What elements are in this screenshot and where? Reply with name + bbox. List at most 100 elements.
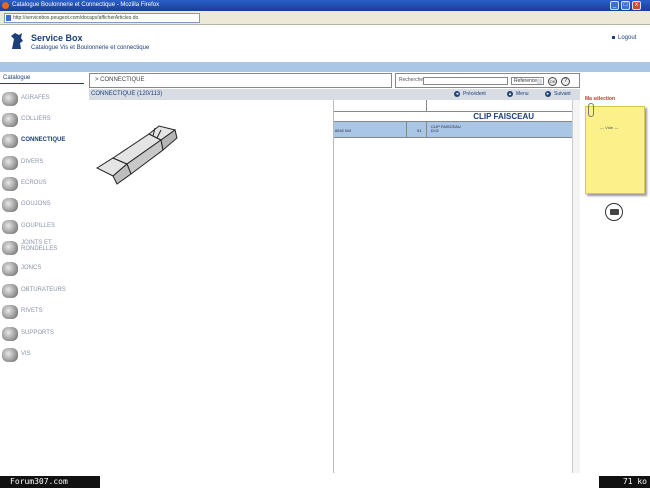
jonc-icon [2, 262, 18, 276]
sidebar-item-colliers[interactable]: COLLIERS [0, 110, 84, 130]
cell-description: CLIP FAISCEAU D=5 [431, 125, 461, 133]
ecrou-icon [2, 177, 18, 191]
paperclip-icon [588, 103, 594, 117]
postit-text: — Vide — [600, 125, 619, 130]
collier-icon [2, 113, 18, 127]
brand-subtitle: Catalogue Vis et Boulonnerie et connecti… [31, 45, 150, 51]
search-ok-button[interactable]: OK [548, 77, 557, 86]
cell-quantity: 01 [417, 128, 422, 133]
sidebar-item-label: AGRAFES [21, 95, 50, 101]
sidebar-item-label: DIVERS [21, 159, 44, 165]
description-line-2: D=5 [431, 128, 439, 133]
printer-icon [610, 209, 619, 215]
divers-icon [2, 156, 18, 170]
parts-table: CLIP FAISCEAU 6542 W4 01 CLIP FAISCEAU D=… [334, 100, 580, 473]
sidebar-item-goupilles[interactable]: GOUPILLES [0, 217, 84, 237]
url-text: http://servicebox.peugeot.com/docapv/aff… [13, 15, 139, 21]
search-type-select[interactable]: Reference [511, 77, 544, 85]
breadcrumb[interactable]: > CONNECTIQUE [89, 73, 392, 88]
joint-icon [2, 241, 18, 255]
logout-label: Logout [618, 35, 637, 41]
sidebar-item-vis[interactable]: VIS [0, 345, 84, 365]
selection-title: Ma sélection [585, 96, 616, 102]
page-icon [6, 15, 11, 21]
goupille-icon [2, 220, 18, 234]
app-header: Service Box Catalogue Vis et Boulonnerie… [0, 25, 650, 61]
search-box: Recherche Reference OK ? [395, 73, 580, 88]
logout-link[interactable]: Logout [612, 35, 636, 41]
peugeot-lion-logo [11, 33, 23, 49]
sidebar-item-divers[interactable]: DIVERS [0, 153, 84, 173]
column-divider [426, 100, 427, 112]
section-title: CONNECTIQUE (120/113) [91, 91, 163, 97]
sidebar-item-label: JONCS [21, 265, 42, 271]
sidebar-item-rivets[interactable]: RIVETS [0, 302, 84, 322]
sidebar-item-obturateurs[interactable]: OBTURATEURS [0, 281, 84, 301]
selection-postit: — Vide — [585, 103, 645, 194]
sidebar-item-label: SUPPORTS [21, 330, 54, 336]
bullet-icon [612, 35, 615, 39]
arrow-right-icon: ▸ [545, 91, 551, 97]
table-title: CLIP FAISCEAU [334, 112, 572, 122]
footer: Forum307.com 71 ko [0, 476, 650, 488]
label-line-2: RONDELLES [21, 246, 58, 252]
window-titlebar: Catalogue Boulonnerie et Connectique - M… [0, 0, 650, 11]
maximize-button[interactable]: □ [621, 1, 630, 10]
sidebar-item-joncs[interactable]: JONCS [0, 259, 84, 279]
url-input[interactable]: http://servicebox.peugeot.com/docapv/aff… [4, 13, 200, 23]
search-input[interactable] [423, 77, 508, 85]
column-divider [426, 122, 427, 138]
vis-icon [2, 348, 18, 362]
catalogue-sidebar: Catalogue AGRAFES COLLIERS CONNECTIQUE D… [0, 73, 84, 473]
sidebar-item-label: GOUJONS [21, 201, 51, 207]
sidebar-item-label: COLLIERS [21, 116, 51, 122]
sidebar-item-connectique[interactable]: CONNECTIQUE [0, 131, 84, 151]
print-button[interactable] [605, 203, 623, 221]
agrafe-icon [2, 92, 18, 106]
sidebar-item-label: VIS [21, 351, 31, 357]
close-button[interactable]: x [632, 1, 641, 10]
previous-button[interactable]: ◂ Précédent [454, 91, 486, 97]
window-title: Catalogue Boulonnerie et Connectique - M… [12, 2, 160, 8]
table-header [334, 100, 572, 112]
cell-reference: 6542 W4 [335, 128, 352, 133]
table-scrollbar[interactable] [572, 100, 580, 473]
address-bar: http://servicebox.peugeot.com/docapv/aff… [0, 11, 650, 25]
next-button[interactable]: ▸ Suivant [545, 91, 571, 97]
column-divider [406, 122, 407, 138]
sidebar-item-label: RIVETS [21, 308, 43, 314]
sidebar-item-label: JOINTS ET RONDELLES [21, 240, 57, 252]
menu-button[interactable]: ▴ Menu [507, 91, 529, 97]
help-button[interactable]: ? [561, 77, 570, 86]
header-divider [0, 62, 650, 72]
connectique-icon [2, 134, 18, 148]
sidebar-item-label: OBTURATEURS [21, 287, 66, 293]
brand-title: Service Box [31, 33, 83, 43]
sidebar-heading: Catalogue [0, 73, 84, 84]
sidebar-item-agrafes[interactable]: AGRAFES [0, 89, 84, 109]
sidebar-item-label: GOUPILLES [21, 223, 56, 229]
sidebar-item-label: CONNECTIQUE [21, 137, 66, 143]
previous-label: Précédent [463, 91, 486, 97]
sidebar-item-ecrous[interactable]: ECROUS [0, 174, 84, 194]
firefox-icon [2, 2, 9, 9]
arrow-left-icon: ◂ [454, 91, 460, 97]
table-row[interactable]: 6542 W4 01 CLIP FAISCEAU D=5 [334, 122, 572, 138]
sidebar-item-goujons[interactable]: GOUJONS [0, 195, 84, 215]
part-image-pane [89, 100, 334, 473]
sidebar-item-label: ECROUS [21, 180, 47, 186]
menu-arrow-icon: ▴ [507, 91, 513, 97]
navigation-bar: CONNECTIQUE (120/113) ◂ Précédent ▴ Menu ▸… [89, 89, 580, 100]
search-label: Recherche [399, 77, 424, 83]
goujon-icon [2, 198, 18, 212]
selection-panel: Ma sélection — Vide — [582, 90, 650, 473]
clip-faisceau-illustration [95, 125, 178, 185]
obturateur-icon [2, 284, 18, 298]
rivet-icon [2, 305, 18, 319]
menu-label: Menu [516, 91, 529, 97]
next-label: Suivant [554, 91, 571, 97]
minimize-button[interactable]: _ [610, 1, 619, 10]
support-icon [2, 327, 18, 341]
sidebar-item-supports[interactable]: SUPPORTS [0, 324, 84, 344]
sidebar-item-joints-rondelles[interactable]: JOINTS ET RONDELLES [0, 238, 84, 258]
